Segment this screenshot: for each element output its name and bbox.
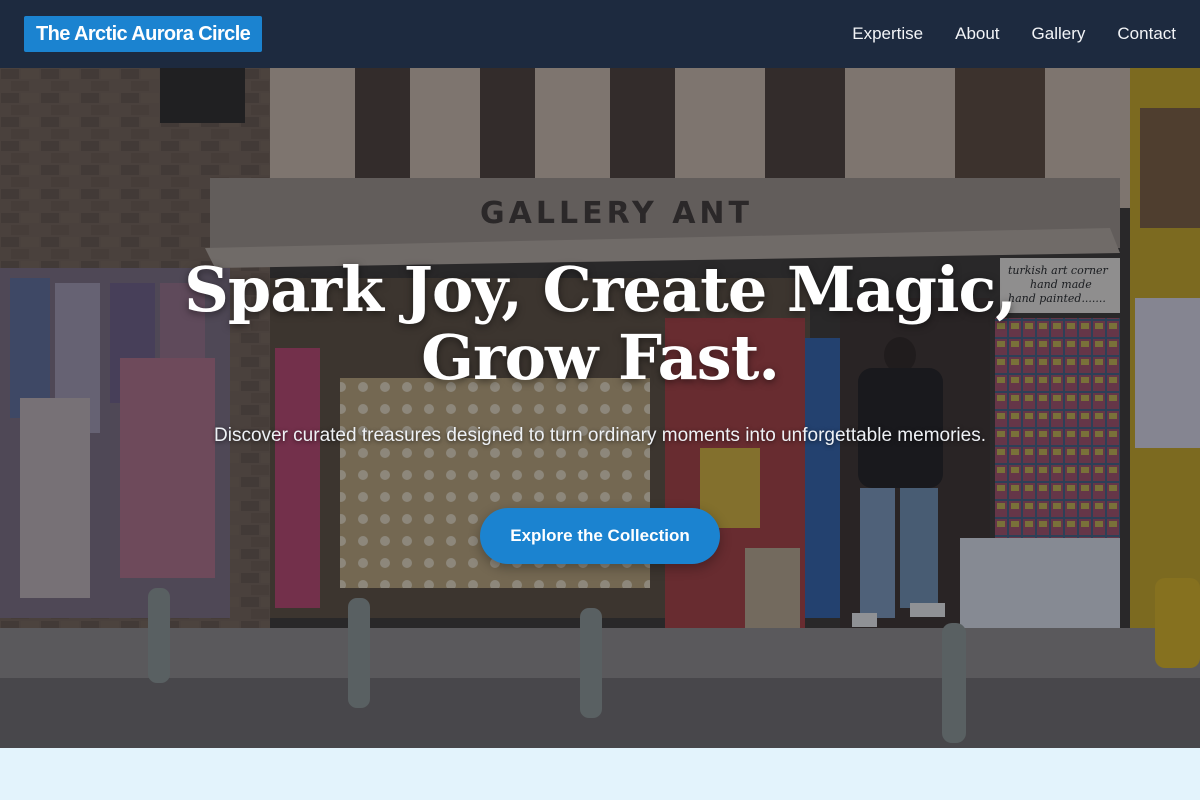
hero-subtitle: Discover curated treasures designed to t… [214,425,986,446]
explore-collection-button[interactable]: Explore the Collection [480,508,720,564]
brand-logo[interactable]: The Arctic Aurora Circle [24,16,263,52]
nav-link-contact[interactable]: Contact [1117,24,1176,44]
site-header: The Arctic Aurora Circle Expertise About… [0,0,1200,68]
hero-section: GALLERY ANT turkish art corner hand made… [0,68,1200,748]
hero-title: Spark Joy, Create Magic, Grow Fast. [184,253,1017,394]
nav-link-gallery[interactable]: Gallery [1032,24,1086,44]
hero-content: Spark Joy, Create Magic, Grow Fast. Disc… [0,68,1200,748]
nav-link-about[interactable]: About [955,24,999,44]
main-nav: Expertise About Gallery Contact [852,24,1176,44]
next-section [0,748,1200,800]
nav-link-expertise[interactable]: Expertise [852,24,923,44]
